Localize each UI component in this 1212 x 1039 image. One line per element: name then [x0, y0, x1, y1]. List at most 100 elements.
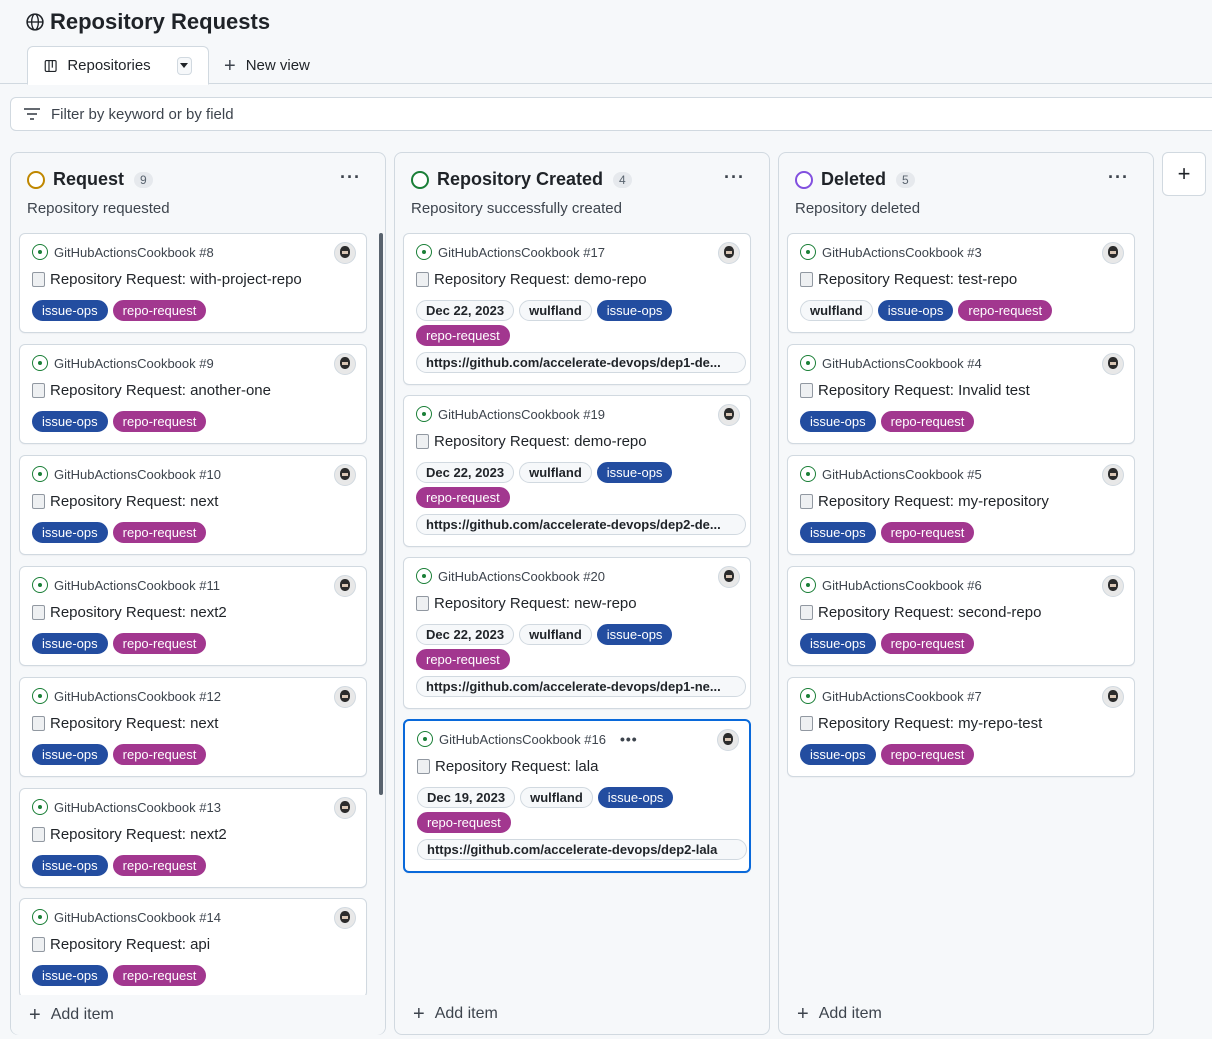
label-repo-request[interactable]: repo-request [112, 744, 207, 765]
card[interactable]: GitHubActionsCookbook #11 Repository Req… [19, 566, 367, 666]
card[interactable]: GitHubActionsCookbook #6 Repository Requ… [787, 566, 1135, 666]
card-title[interactable]: Repository Request: test-repo [800, 271, 1017, 288]
field-url[interactable]: https://github.com/accelerate-devops/dep… [416, 352, 746, 373]
avatar[interactable] [334, 686, 356, 708]
avatar[interactable] [334, 575, 356, 597]
card-title[interactable]: Repository Request: another-one [32, 382, 271, 399]
card[interactable]: GitHubActionsCookbook #10 Repository Req… [19, 455, 367, 555]
field-assignee[interactable]: wulfland [519, 462, 592, 483]
field-assignee[interactable]: wulfland [519, 624, 592, 645]
card-selected[interactable]: GitHubActionsCookbook #16 ••• Repository … [403, 719, 751, 873]
label-issue-ops[interactable]: issue-ops [32, 855, 108, 876]
label-issue-ops[interactable]: issue-ops [32, 300, 108, 321]
label-repo-request[interactable]: repo-request [112, 965, 207, 986]
add-item-button[interactable]: + Add item [29, 1005, 114, 1025]
field-date[interactable]: Dec 22, 2023 [416, 462, 515, 483]
card-title[interactable]: Repository Request: demo-repo [416, 433, 647, 450]
label-issue-ops[interactable]: issue-ops [596, 462, 673, 483]
card[interactable]: GitHubActionsCookbook #5 Repository Requ… [787, 455, 1135, 555]
field-assignee[interactable]: wulfland [520, 787, 593, 808]
avatar[interactable] [718, 566, 740, 588]
avatar[interactable] [1102, 686, 1124, 708]
card-title[interactable]: Repository Request: next [32, 715, 218, 732]
label-repo-request[interactable]: repo-request [112, 855, 207, 876]
card-title[interactable]: Repository Request: demo-repo [416, 271, 647, 288]
card[interactable]: GitHubActionsCookbook #9 Repository Requ… [19, 344, 367, 444]
label-issue-ops[interactable]: issue-ops [877, 300, 954, 321]
scrollbar[interactable] [379, 233, 383, 795]
tab-repositories[interactable]: Repositories [27, 46, 209, 85]
column-menu-icon[interactable]: ··· [1108, 167, 1129, 188]
label-repo-request[interactable]: repo-request [112, 411, 207, 432]
new-view-button[interactable]: + New view [208, 46, 326, 85]
card-title[interactable]: Repository Request: with-project-repo [32, 271, 302, 288]
avatar[interactable] [334, 797, 356, 819]
label-issue-ops[interactable]: issue-ops [800, 633, 876, 654]
view-options-caret-icon[interactable] [176, 56, 192, 75]
label-repo-request[interactable]: repo-request [880, 744, 975, 765]
card[interactable]: GitHubActionsCookbook #19 Repository Req… [403, 395, 751, 547]
card[interactable]: GitHubActionsCookbook #8 Repository Requ… [19, 233, 367, 333]
card[interactable]: GitHubActionsCookbook #17 Repository Req… [403, 233, 751, 385]
label-repo-request[interactable]: repo-request [880, 411, 975, 432]
card-title[interactable]: Repository Request: api [32, 936, 210, 953]
card[interactable]: GitHubActionsCookbook #14 Repository Req… [19, 898, 367, 998]
label-issue-ops[interactable]: issue-ops [32, 633, 108, 654]
label-issue-ops[interactable]: issue-ops [596, 624, 673, 645]
field-assignee[interactable]: wulfland [519, 300, 592, 321]
label-issue-ops[interactable]: issue-ops [32, 965, 108, 986]
card-more-icon[interactable]: ••• [620, 731, 638, 747]
field-assignee[interactable]: wulfland [800, 300, 873, 321]
card[interactable]: GitHubActionsCookbook #20 Repository Req… [403, 557, 751, 709]
field-date[interactable]: Dec 22, 2023 [416, 624, 515, 645]
label-issue-ops[interactable]: issue-ops [32, 744, 108, 765]
add-column-button[interactable]: + [1162, 152, 1206, 196]
label-issue-ops[interactable]: issue-ops [32, 522, 108, 543]
card[interactable]: GitHubActionsCookbook #12 Repository Req… [19, 677, 367, 777]
card-title[interactable]: Repository Request: next2 [32, 826, 227, 843]
avatar[interactable] [718, 404, 740, 426]
filter-input[interactable] [51, 105, 651, 123]
card-title[interactable]: Repository Request: next2 [32, 604, 227, 621]
card-title[interactable]: Repository Request: my-repository [800, 493, 1049, 510]
add-item-button[interactable]: + Add item [413, 1004, 498, 1024]
label-repo-request[interactable]: repo-request [112, 522, 207, 543]
card-title[interactable]: Repository Request: Invalid test [800, 382, 1030, 399]
label-issue-ops[interactable]: issue-ops [596, 300, 673, 321]
avatar[interactable] [334, 464, 356, 486]
card[interactable]: GitHubActionsCookbook #13 Repository Req… [19, 788, 367, 888]
avatar[interactable] [718, 242, 740, 264]
card-title[interactable]: Repository Request: next [32, 493, 218, 510]
add-item-button[interactable]: + Add item [797, 1004, 882, 1024]
avatar[interactable] [1102, 242, 1124, 264]
card-title[interactable]: Repository Request: lala [417, 758, 598, 775]
column-menu-icon[interactable]: ··· [340, 167, 361, 188]
card-title[interactable]: Repository Request: new-repo [416, 595, 637, 612]
avatar[interactable] [1102, 353, 1124, 375]
label-repo-request[interactable]: repo-request [112, 300, 207, 321]
label-repo-request[interactable]: repo-request [417, 812, 511, 833]
avatar[interactable] [1102, 464, 1124, 486]
card-title[interactable]: Repository Request: second-repo [800, 604, 1041, 621]
label-issue-ops[interactable]: issue-ops [800, 522, 876, 543]
label-repo-request[interactable]: repo-request [880, 522, 975, 543]
avatar[interactable] [334, 353, 356, 375]
avatar[interactable] [1102, 575, 1124, 597]
avatar[interactable] [334, 907, 356, 929]
field-url[interactable]: https://github.com/accelerate-devops/dep… [417, 839, 747, 860]
card[interactable]: GitHubActionsCookbook #3 Repository Requ… [787, 233, 1135, 333]
field-url[interactable]: https://github.com/accelerate-devops/dep… [416, 676, 746, 697]
label-repo-request[interactable]: repo-request [416, 649, 510, 670]
label-repo-request[interactable]: repo-request [880, 633, 975, 654]
label-issue-ops[interactable]: issue-ops [800, 411, 876, 432]
card-title[interactable]: Repository Request: my-repo-test [800, 715, 1042, 732]
field-date[interactable]: Dec 22, 2023 [416, 300, 515, 321]
label-issue-ops[interactable]: issue-ops [597, 787, 674, 808]
card[interactable]: GitHubActionsCookbook #7 Repository Requ… [787, 677, 1135, 777]
card[interactable]: GitHubActionsCookbook #4 Repository Requ… [787, 344, 1135, 444]
label-issue-ops[interactable]: issue-ops [800, 744, 876, 765]
filter-bar[interactable] [10, 97, 1212, 131]
column-menu-icon[interactable]: ··· [724, 167, 745, 188]
field-url[interactable]: https://github.com/accelerate-devops/dep… [416, 514, 746, 535]
label-repo-request[interactable]: repo-request [112, 633, 207, 654]
